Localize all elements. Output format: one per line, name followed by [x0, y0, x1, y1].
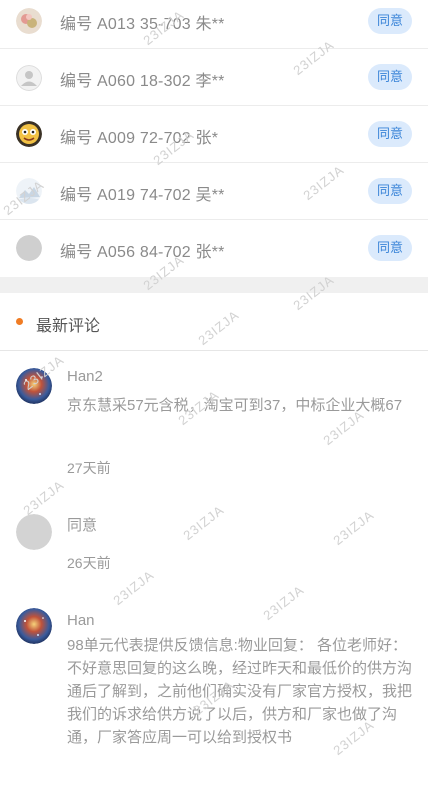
comment-item: Han2 京东慧采57元含税，淘宝可到37，中标企业大概67 27天前 [0, 368, 428, 478]
avatar [16, 235, 42, 261]
vote-row: 编号 A013 35-703 朱** 同意 [0, 0, 428, 49]
comment-text: 同意 [67, 517, 98, 534]
avatar [16, 178, 42, 204]
avatar [16, 608, 52, 644]
section-divider [0, 277, 428, 293]
voter-label: 编号 A060 18-302 李** [60, 73, 225, 90]
avatar [16, 368, 52, 404]
avatar [16, 65, 42, 91]
vote-row: 编号 A019 74-702 吴** 同意 [0, 163, 428, 220]
vote-row: 编号 A060 18-302 李** 同意 [0, 49, 428, 106]
comment-text: 98单元代表提供反馈信息:物业回复： 各位老师好： 不好意思回复的这么晚，经过昨… [67, 637, 413, 746]
comment-time: 26天前 [67, 555, 111, 571]
avatar [16, 121, 42, 147]
voter-label: 编号 A009 72-702 张* [60, 130, 219, 147]
vote-list: 编号 A013 35-703 朱** 同意 编号 A060 18-302 李**… [0, 0, 428, 277]
agree-badge[interactable]: 同意 [368, 64, 412, 90]
comment-item: 同意 26天前 [0, 514, 428, 574]
voter-label: 编号 A013 35-703 朱** [60, 16, 225, 33]
agree-badge[interactable]: 同意 [368, 121, 412, 147]
accent-dot-icon [16, 318, 23, 325]
comment-item: Han 98单元代表提供反馈信息:物业回复： 各位老师好： 不好意思回复的这么晚… [0, 608, 428, 788]
avatar [16, 8, 42, 34]
section-header: 最新评论 [0, 293, 428, 351]
agree-badge[interactable]: 同意 [368, 235, 412, 261]
vote-row: 编号 A056 84-702 张** 同意 [0, 220, 428, 277]
section-title: 最新评论 [36, 318, 101, 335]
comment-time: 27天前 [67, 460, 111, 476]
agree-badge[interactable]: 同意 [368, 178, 412, 204]
comment-author: Han [67, 612, 95, 629]
voter-label: 编号 A056 84-702 张** [60, 244, 225, 261]
comment-author: Han2 [67, 368, 103, 385]
watermark: 23IZJA [20, 477, 67, 518]
avatar [16, 514, 52, 550]
comment-text: 京东慧采57元含税，淘宝可到37，中标企业大概67 [67, 397, 403, 414]
vote-row: 编号 A009 72-702 张* 同意 [0, 106, 428, 163]
agree-badge[interactable]: 同意 [368, 8, 412, 34]
voter-label: 编号 A019 74-702 吴** [60, 187, 225, 204]
